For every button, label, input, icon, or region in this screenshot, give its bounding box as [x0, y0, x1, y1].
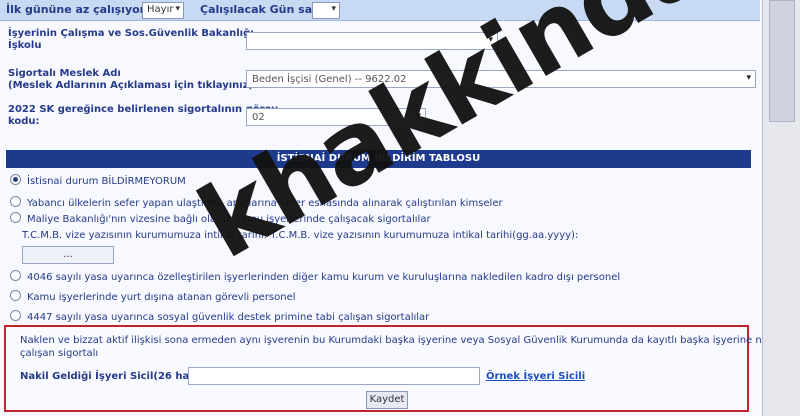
duty-code-label-line2: kodu:: [8, 116, 40, 127]
exception-option-privatized[interactable]: 4046 sayılı yasa uyarınca özelleştirilen…: [10, 270, 620, 283]
exception-option-label: İstisnai durum BİLDİRMEYORUM: [27, 176, 186, 187]
employer-label-line1: İşyerinin Çalışma ve Sos.Güvenlik Bakanl…: [8, 28, 254, 39]
transfer-description-line2: çalışan sigortalı: [20, 348, 99, 359]
tcmb-visa-date-button[interactable]: ...: [22, 246, 114, 264]
transfer-registry-input[interactable]: [188, 367, 480, 385]
scrollbar[interactable]: [762, 0, 800, 416]
occupation-label-line1: Sigortalı Meslek Adı: [8, 68, 121, 79]
reduced-day-select-value: Hayır: [147, 4, 174, 15]
transfer-registry-label: Nakil Geldiği İşyeri Sicil(26 hane): [20, 371, 208, 382]
scrollbar-thumb[interactable]: [769, 0, 795, 122]
exception-option-none[interactable]: İstisnai durum BİLDİRMEYORUM: [10, 174, 186, 187]
transfer-description-line1: Naklen ve bizzat aktif ilişkisi sona erm…: [20, 335, 780, 346]
radio-selected-icon[interactable]: [10, 174, 21, 185]
exception-option-abroad-staff[interactable]: Kamu işyerlerinde yurt dışına atanan gör…: [10, 290, 296, 303]
employer-label: İşyerinin Çalışma ve Sos.Güvenlik Bakanl…: [8, 28, 254, 52]
duty-code-select-value: 02: [252, 112, 265, 123]
exception-option-4447[interactable]: 4447 sayılı yasa uyarınca sosyal güvenli…: [10, 310, 429, 323]
exception-option-label: 4046 sayılı yasa uyarınca özelleştirilen…: [27, 272, 621, 283]
employer-label-line2: İşkolu: [8, 40, 42, 51]
occupation-label-line2: (Meslek Adlarının Açıklaması için tıklay…: [8, 80, 254, 91]
workday-count-select[interactable]: ▾: [312, 2, 340, 19]
chevron-down-icon: ▾: [746, 73, 751, 83]
radio-icon[interactable]: [10, 290, 21, 301]
transfer-section: Naklen ve bizzat aktif ilişkisi sona erm…: [4, 325, 779, 412]
radio-icon[interactable]: [10, 212, 21, 223]
duty-code-label-line1: 2022 SK gereğince belirlenen sigortalını…: [8, 104, 278, 115]
sample-registry-link[interactable]: Örnek İşyeri Sicili: [486, 371, 585, 382]
chevron-down-icon: ▾: [175, 4, 180, 14]
duty-code-label: 2022 SK gereğince belirlenen sigortalını…: [8, 104, 278, 128]
radio-icon[interactable]: [10, 310, 21, 321]
page: İlk gününe az çalışıyor mu? Hayır ▾ Çalı…: [0, 0, 800, 416]
reduced-day-select[interactable]: Hayır ▾: [142, 2, 184, 19]
chevron-down-icon: ▾: [331, 4, 336, 14]
save-button[interactable]: Kaydet: [366, 391, 408, 409]
occupation-label: Sigortalı Meslek Adı (Meslek Adlarının A…: [8, 68, 253, 92]
radio-icon[interactable]: [10, 270, 21, 281]
exception-option-label: Kamu işyerlerinde yurt dışına atanan gör…: [27, 292, 296, 303]
radio-icon[interactable]: [10, 196, 21, 207]
exception-option-label: 4447 sayılı yasa uyarınca sosyal güvenli…: [27, 312, 430, 323]
